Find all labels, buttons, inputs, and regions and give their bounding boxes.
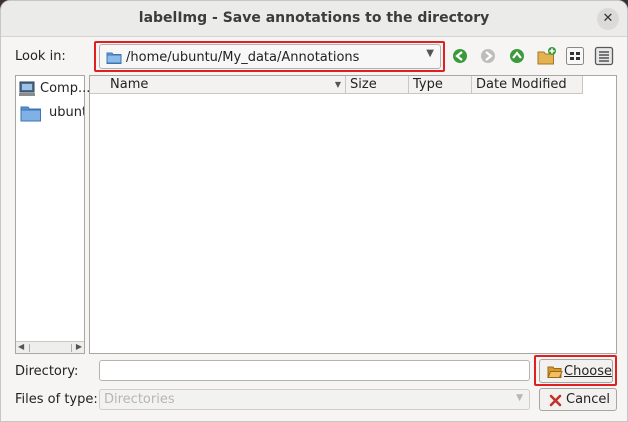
computer-icon: [19, 81, 35, 96]
window-title: labelImg - Save annotations to the direc…: [138, 10, 490, 26]
scroll-right-icon[interactable]: ▶: [76, 342, 82, 351]
up-folder-icon[interactable]: [506, 45, 528, 67]
sidebar-panel: Comp... ubuntu ◀ ▶: [15, 75, 90, 354]
title-bar: labelImg - Save annotations to the direc…: [1, 1, 627, 37]
forward-icon[interactable]: [477, 45, 499, 67]
cancel-button[interactable]: Cancel: [539, 388, 617, 411]
list-view-icon[interactable]: [564, 45, 586, 67]
scroll-divider: [71, 344, 72, 352]
files-of-type-value: Directories: [104, 392, 175, 407]
scroll-left-icon[interactable]: ◀: [18, 342, 24, 351]
column-header-type[interactable]: Type: [409, 76, 472, 94]
sort-desc-icon: ▼: [334, 80, 341, 89]
sidebar-item-label: Comp...: [40, 81, 91, 96]
scroll-divider: [29, 344, 30, 352]
column-header-label: Size: [350, 77, 377, 92]
column-header-label: Name: [110, 77, 149, 92]
chevron-down-icon: ▼: [516, 393, 523, 403]
back-icon[interactable]: [449, 45, 471, 67]
sidebar-scrollbar[interactable]: ◀ ▶: [16, 341, 84, 353]
new-folder-icon[interactable]: [535, 45, 557, 67]
details-view-icon[interactable]: [593, 45, 615, 67]
column-header-size[interactable]: Size: [346, 76, 409, 94]
column-header-name[interactable]: Name ▼: [90, 76, 346, 94]
directory-label: Directory:: [15, 364, 79, 379]
files-of-type-label: Files of type:: [15, 392, 98, 407]
cancel-button-label: Cancel: [566, 392, 611, 407]
look-in-highlight: [94, 41, 445, 72]
directory-input[interactable]: [99, 360, 530, 381]
files-of-type-dropdown[interactable]: Directories ▼: [99, 389, 530, 410]
column-header-label: Date Modified: [476, 77, 567, 92]
folder-icon: [20, 106, 41, 122]
sidebar-item-ubuntu[interactable]: ubuntu: [18, 102, 84, 124]
sidebar-item-label: ubuntu: [49, 105, 84, 120]
choose-highlight: [534, 355, 617, 386]
close-button[interactable]: ✕: [597, 8, 619, 30]
save-dialog-window: labelImg - Save annotations to the direc…: [0, 0, 628, 422]
column-header-label: Type: [413, 77, 443, 92]
cancel-x-icon: [549, 394, 562, 407]
sidebar-item-computer[interactable]: Comp...: [18, 80, 90, 98]
file-list-panel: Name ▼ Size Type Date Modified: [89, 75, 617, 354]
column-header-date-modified[interactable]: Date Modified: [472, 76, 583, 94]
look-in-label: Look in:: [15, 49, 66, 64]
